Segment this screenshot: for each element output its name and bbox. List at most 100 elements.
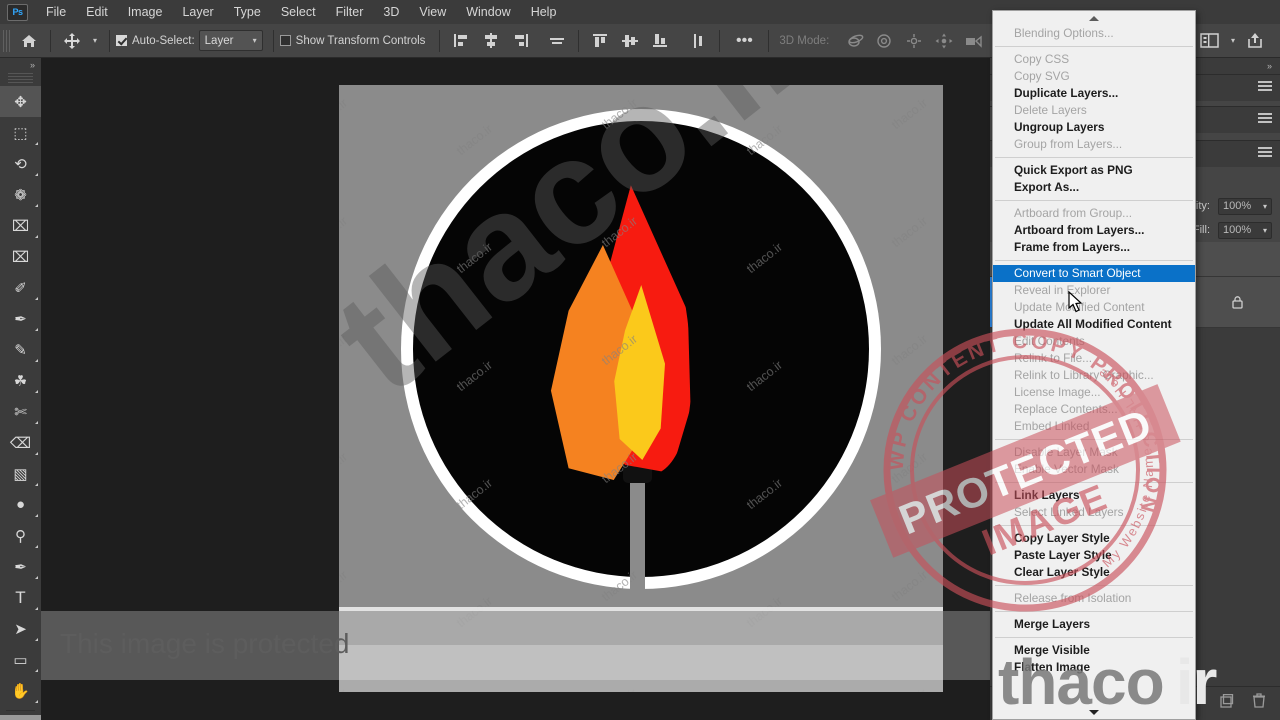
menu-item-help[interactable]: Help: [521, 0, 567, 24]
zoom-tool[interactable]: ⚲: [0, 715, 41, 720]
menu-item-artboard-from-layers[interactable]: Artboard from Layers...: [993, 222, 1195, 239]
spot-healing-brush-tool[interactable]: ✒: [0, 303, 41, 334]
eraser-tool[interactable]: ⌫: [0, 427, 41, 458]
options-bar-grip[interactable]: [3, 29, 12, 52]
crop-tool[interactable]: ⌧: [0, 210, 41, 241]
rectangle-tool[interactable]: ▭: [0, 644, 41, 675]
menu-item-convert-to-smart-object[interactable]: Convert to Smart Object: [993, 265, 1195, 282]
menu-item-frame-from-layers[interactable]: Frame from Layers...: [993, 239, 1195, 256]
object-selection-tool[interactable]: ❁: [0, 179, 41, 210]
delete-layer-icon[interactable]: [1252, 693, 1266, 714]
drag-3d-icon: [899, 26, 929, 56]
auto-select-checkbox[interactable]: [116, 35, 127, 46]
menu-item-edit[interactable]: Edit: [76, 0, 118, 24]
menu-item-duplicate-layers[interactable]: Duplicate Layers...: [993, 85, 1195, 102]
fill-input[interactable]: 100% ▾: [1218, 221, 1272, 239]
slide-3d-icon: [929, 26, 959, 56]
menu-item-copy-layer-style[interactable]: Copy Layer Style: [993, 530, 1195, 547]
menu-item-select[interactable]: Select: [271, 0, 326, 24]
menu-item-3d[interactable]: 3D: [373, 0, 409, 24]
new-layer-icon[interactable]: [1219, 693, 1234, 714]
menu-item-file[interactable]: File: [38, 0, 76, 24]
menu-separator: [995, 525, 1193, 526]
chevron-down-icon[interactable]: ▾: [1263, 202, 1267, 211]
align-left-edges-icon[interactable]: [446, 26, 476, 56]
tool-flyout-indicator-icon: [35, 514, 38, 517]
brush-tool-icon: ✎: [14, 341, 27, 359]
menu-item-type[interactable]: Type: [224, 0, 271, 24]
move-tool-icon[interactable]: [57, 26, 87, 56]
align-bottom-edges-icon[interactable]: [645, 26, 675, 56]
menu-item-image[interactable]: Image: [118, 0, 173, 24]
menu-item-link-layers[interactable]: Link Layers: [993, 487, 1195, 504]
divider: [439, 29, 441, 52]
align-vertical-centers-icon[interactable]: [615, 26, 645, 56]
auto-select-scope-dropdown[interactable]: Layer ▾: [198, 30, 263, 51]
tools-collapse-button[interactable]: »: [0, 58, 41, 73]
home-icon[interactable]: [14, 26, 44, 56]
menu-item-paste-layer-style[interactable]: Paste Layer Style: [993, 547, 1195, 564]
dodge-tool[interactable]: ⚲: [0, 520, 41, 551]
panel-menu-icon[interactable]: [1258, 81, 1272, 93]
type-tool[interactable]: T: [0, 582, 41, 613]
workspace-chevron-icon[interactable]: ▾: [1226, 26, 1240, 56]
menu-item-merge-layers[interactable]: Merge Layers: [993, 616, 1195, 633]
pen-tool[interactable]: ✒: [0, 551, 41, 582]
distribute-horizontal-icon[interactable]: [542, 26, 572, 56]
panel-menu-icon[interactable]: [1258, 147, 1272, 159]
tool-flyout-indicator-icon: [35, 297, 38, 300]
layer-context-menu[interactable]: Blending Options... Copy CSS Copy SVG Dupli…: [992, 10, 1196, 720]
canvas[interactable]: thaco.ir thaco.ir thaco.ir thaco.ir thaco.ir…: [339, 85, 943, 692]
menu-separator: [995, 637, 1193, 638]
align-right-edges-icon[interactable]: [506, 26, 536, 56]
scroll-up-arrow-icon[interactable]: [993, 11, 1195, 25]
menu-item-layer[interactable]: Layer: [172, 0, 223, 24]
rectangle-tool-icon: ▭: [13, 651, 28, 669]
gradient-tool[interactable]: ▧: [0, 458, 41, 489]
workspace-switcher-icon[interactable]: [1194, 26, 1224, 56]
menu-item-export-as[interactable]: Export As...: [993, 179, 1195, 196]
align-top-edges-icon[interactable]: [585, 26, 615, 56]
rectangular-marquee-tool[interactable]: ⬚: [0, 117, 41, 148]
opacity-input[interactable]: 100% ▾: [1218, 197, 1272, 215]
gradient-tool-icon: ▧: [13, 465, 28, 483]
menu-item-ungroup-layers[interactable]: Ungroup Layers: [993, 119, 1195, 136]
menu-item-quick-export-as-png[interactable]: Quick Export as PNG: [993, 162, 1195, 179]
menu-separator: [995, 200, 1193, 201]
share-icon[interactable]: [1240, 26, 1270, 56]
panel-menu-icon[interactable]: [1258, 113, 1272, 125]
divider: [50, 29, 51, 52]
chevron-down-icon[interactable]: ▾: [1263, 226, 1267, 235]
more-options-button[interactable]: •••: [726, 26, 762, 56]
tool-flyout-indicator-icon: [35, 421, 38, 424]
menu-item-edit-contents: Edit Contents: [1014, 334, 1085, 348]
path-selection-tool[interactable]: ➤: [0, 613, 41, 644]
menu-item-update-modified-content: Update Modified Content: [1014, 300, 1145, 314]
path-selection-tool-icon: ➤: [14, 620, 27, 638]
menu-item-clear-layer-style[interactable]: Clear Layer Style: [993, 564, 1195, 581]
hand-tool[interactable]: ✋: [0, 675, 41, 706]
history-brush-tool[interactable]: ✄: [0, 396, 41, 427]
menu-item-filter[interactable]: Filter: [326, 0, 374, 24]
brush-tool[interactable]: ✎: [0, 334, 41, 365]
blur-tool[interactable]: ●: [0, 489, 41, 520]
clone-stamp-tool[interactable]: ☘: [0, 365, 41, 396]
tools-panel-grip[interactable]: [8, 73, 33, 83]
show-transform-checkbox[interactable]: [279, 35, 291, 46]
menu-item-update-all-modified-content[interactable]: Update All Modified Content: [993, 316, 1195, 333]
mouse-pointer: [1068, 290, 1084, 318]
tool-preset-chevron-icon[interactable]: ▾: [87, 26, 103, 56]
eyedropper-tool[interactable]: ✐: [0, 272, 41, 303]
move-tool[interactable]: ✥: [0, 86, 41, 117]
menu-item-window[interactable]: Window: [456, 0, 520, 24]
frame-tool[interactable]: ⌧: [0, 241, 41, 272]
menu-item-select-linked-layers: Select Linked Layers: [1014, 505, 1124, 519]
show-transform-controls-control[interactable]: Show Transform Controls: [279, 35, 425, 47]
distribute-vertical-icon[interactable]: [683, 26, 713, 56]
lasso-tool[interactable]: ⟲: [0, 148, 41, 179]
photoshop-window: Ps File Edit Image Layer Type Select Filter 3D V…: [0, 0, 1280, 720]
align-horizontal-centers-icon[interactable]: [476, 26, 506, 56]
menu-item-view[interactable]: View: [409, 0, 456, 24]
watermark-tile: thaco.ir: [339, 331, 350, 369]
auto-select-control[interactable]: Auto-Select:: [116, 35, 195, 47]
